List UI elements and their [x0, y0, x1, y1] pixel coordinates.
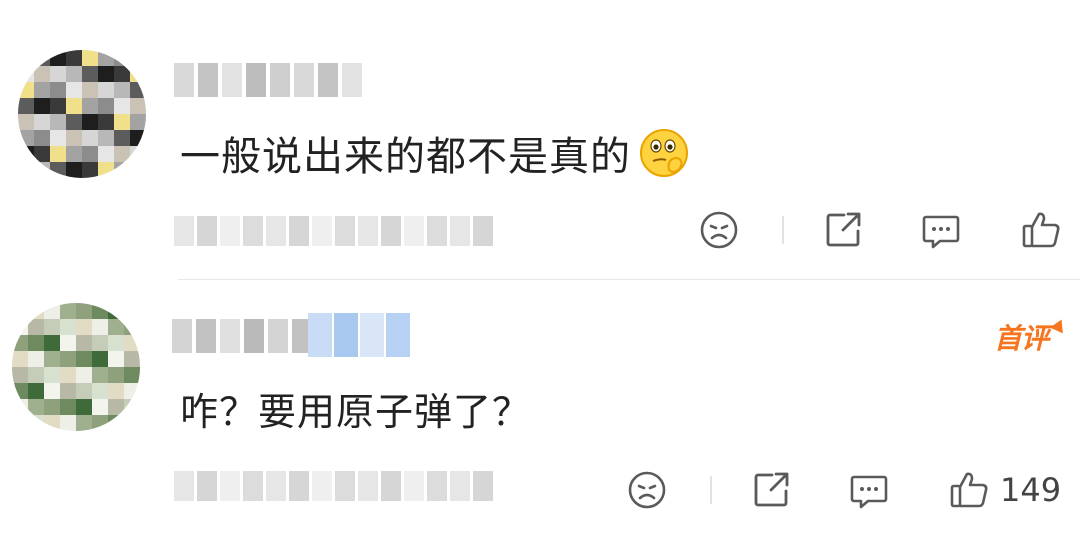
comment-button[interactable]	[848, 468, 890, 512]
like-count: 149	[1000, 471, 1062, 509]
like-button[interactable]: 149	[948, 468, 1061, 512]
action-bar	[698, 208, 1070, 252]
timestamp-blurred	[174, 214, 493, 248]
divider	[710, 476, 712, 504]
share-button[interactable]	[822, 208, 864, 252]
thinking-face-emoji	[639, 128, 689, 178]
like-icon	[950, 472, 988, 508]
comment-icon	[922, 215, 960, 249]
comment-item: 首评 咋？要用原子弹了？ 149	[0, 281, 1080, 535]
like-icon	[1022, 212, 1060, 248]
avatar[interactable]	[18, 50, 146, 178]
timestamp-blurred	[174, 469, 493, 503]
username-blurred[interactable]	[172, 319, 312, 353]
divider	[782, 216, 784, 244]
like-button[interactable]	[1020, 208, 1072, 252]
unhappy-face-icon	[700, 211, 738, 249]
unhappy-button[interactable]	[698, 208, 740, 252]
action-bar: 149	[626, 468, 1070, 512]
comment-button[interactable]	[920, 208, 962, 252]
unhappy-button[interactable]	[626, 468, 668, 512]
first-comment-badge: 首评	[994, 317, 1049, 357]
share-icon	[826, 212, 861, 247]
avatar[interactable]	[12, 303, 140, 431]
comment-text: 咋？要用原子弹了？	[180, 390, 532, 434]
comment-separator	[178, 279, 1080, 280]
comment-text: 一般说出来的都不是真的	[180, 124, 689, 182]
comment-item: 一般说出来的都不是真的	[0, 0, 1080, 280]
comment-text-content: 一般说出来的都不是真的	[180, 134, 631, 180]
comment-icon	[850, 475, 888, 509]
username-blurred[interactable]	[174, 63, 362, 97]
share-button[interactable]	[750, 468, 792, 512]
share-icon	[754, 472, 789, 507]
user-badge-blurred	[308, 313, 412, 357]
unhappy-face-icon	[628, 471, 666, 509]
